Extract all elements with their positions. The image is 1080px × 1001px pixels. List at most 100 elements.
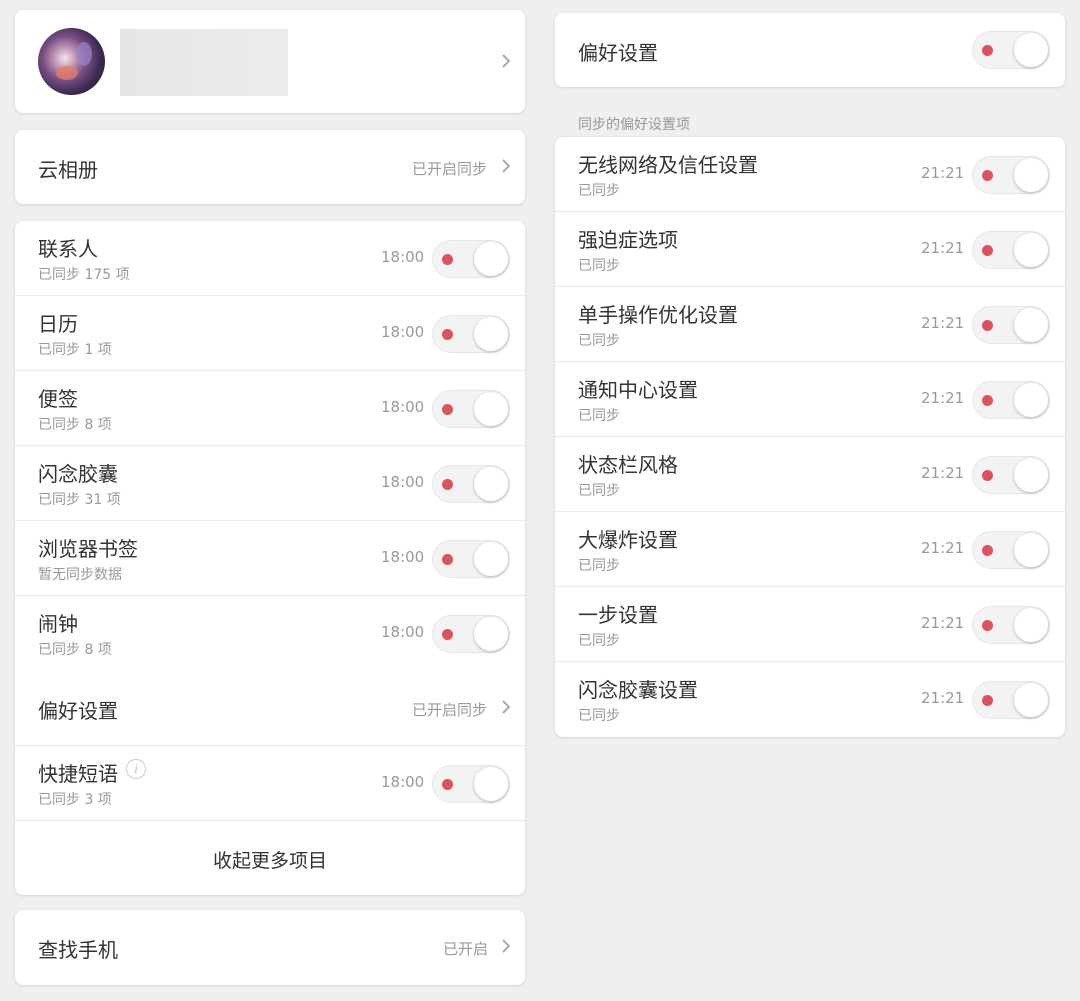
profile-name-placeholder: [120, 29, 288, 96]
synced-pref-item-row: 单手操作优化设置 已同步 21:21: [555, 287, 1065, 362]
sync-item-toggle[interactable]: [432, 465, 510, 503]
synced-pref-item-label: 单手操作优化设置: [578, 303, 738, 327]
synced-pref-item-sub: 已同步: [578, 633, 620, 649]
toggle-knob: [474, 542, 508, 576]
sync-item-sub: 已同步 31 项: [38, 492, 121, 508]
sync-item-sub: 已同步 1 项: [38, 342, 112, 358]
toggle-on-indicator: [442, 554, 453, 565]
sync-item-time: 18:00: [381, 548, 425, 566]
cloud-album-status: 已开启同步: [412, 160, 488, 178]
toggle-knob: [1014, 458, 1048, 492]
toggle-knob: [1014, 683, 1048, 717]
preferences-master-label: 偏好设置: [578, 41, 658, 65]
sync-item-sub: 已同步 8 项: [38, 642, 112, 658]
sync-item-label: 闹钟: [38, 612, 78, 636]
cloud-album-row[interactable]: 云相册 已开启同步: [15, 130, 525, 204]
synced-pref-item-row: 状态栏风格 已同步 21:21: [555, 437, 1065, 512]
synced-pref-item-time: 21:21: [921, 539, 965, 557]
info-icon[interactable]: i: [126, 759, 146, 779]
toggle-knob: [1014, 533, 1048, 567]
synced-pref-item-sub: 已同步: [578, 558, 620, 574]
chevron-right-icon: [502, 939, 511, 953]
sync-item-row: 日历已同步 1 项 18:00: [15, 296, 525, 371]
synced-pref-item-toggle[interactable]: [972, 381, 1050, 419]
toggle-knob: [474, 317, 508, 351]
toggle-knob: [1014, 608, 1048, 642]
toggle-on-indicator: [442, 329, 453, 340]
synced-pref-item-label: 一步设置: [578, 603, 658, 627]
find-phone-row[interactable]: 查找手机 已开启: [15, 910, 525, 985]
sync-item-time: 18:00: [381, 473, 425, 491]
synced-preferences-card: 无线网络及信任设置 已同步 21:21 强迫症选项 已同步 21:21 单手操作优化设置 已同…: [555, 137, 1065, 737]
synced-pref-item-toggle[interactable]: [972, 156, 1050, 194]
toggle-on-indicator: [982, 395, 993, 406]
preferences-row[interactable]: 偏好设置 已开启同步: [15, 671, 525, 746]
toggle-on-indicator: [442, 779, 453, 790]
toggle-on-indicator: [982, 545, 993, 556]
avatar: [38, 28, 105, 95]
synced-pref-item-toggle[interactable]: [972, 306, 1050, 344]
sync-item-toggle[interactable]: [432, 615, 510, 653]
find-phone-label: 查找手机: [38, 938, 118, 962]
synced-pref-item-row: 强迫症选项 已同步 21:21: [555, 212, 1065, 287]
synced-pref-item-label: 闪念胶囊设置: [578, 678, 698, 702]
toggle-knob: [1014, 308, 1048, 342]
toggle-knob: [474, 467, 508, 501]
synced-pref-item-sub: 已同步: [578, 483, 620, 499]
synced-pref-item-time: 21:21: [921, 389, 965, 407]
collapse-more-button[interactable]: 收起更多项目: [213, 846, 327, 873]
sync-item-toggle[interactable]: [432, 390, 510, 428]
cloud-album-label: 云相册: [38, 158, 98, 182]
synced-pref-item-toggle[interactable]: [972, 606, 1050, 644]
synced-pref-item-row: 闪念胶囊设置 已同步 21:21: [555, 662, 1065, 737]
toggle-on-indicator: [442, 629, 453, 640]
sync-item-toggle[interactable]: [432, 240, 510, 278]
sync-item-label: 便签: [38, 387, 78, 411]
quick-phrase-title: 快捷短语 i: [38, 758, 146, 787]
sync-items-card: 联系人 已同步 175 项 18:00 日历 已同步 1 项 18:00 便签 已同步 8 项…: [15, 221, 525, 895]
sync-item-time: 18:00: [381, 248, 425, 266]
sync-item-sub: 已同步 8 项: [38, 417, 112, 433]
toggle-knob: [474, 392, 508, 426]
synced-preferences-section-label: 同步的偏好设置项: [578, 117, 690, 133]
sync-item-label: 日历: [38, 312, 78, 336]
toggle-knob: [1014, 33, 1048, 67]
toggle-knob: [1014, 158, 1048, 192]
toggle-on-indicator: [442, 479, 453, 490]
sync-item-time: 18:00: [381, 398, 425, 416]
synced-pref-item-label: 状态栏风格: [578, 453, 678, 477]
toggle-on-indicator: [982, 470, 993, 481]
sync-item-toggle[interactable]: [432, 540, 510, 578]
quick-phrase-toggle[interactable]: [432, 765, 510, 803]
sync-item-toggle[interactable]: [432, 315, 510, 353]
preferences-master-toggle[interactable]: [972, 31, 1050, 69]
synced-pref-item-sub: 已同步: [578, 408, 620, 424]
synced-pref-item-label: 大爆炸设置: [578, 528, 678, 552]
sync-item-time: 18:00: [381, 323, 425, 341]
find-phone-card[interactable]: 查找手机 已开启: [15, 910, 525, 985]
toggle-on-indicator: [982, 620, 993, 631]
sync-item-row: 浏览器书签 暂无同步数据 18:00: [15, 521, 525, 596]
toggle-knob: [474, 242, 508, 276]
sync-item-row: 便签已同步 8 项 18:00: [15, 371, 525, 446]
profile-card[interactable]: [15, 10, 525, 113]
sync-item-time: 18:00: [381, 623, 425, 641]
synced-pref-item-sub: 已同步: [578, 183, 620, 199]
toggle-on-indicator: [442, 254, 453, 265]
toggle-on-indicator: [982, 170, 993, 181]
collapse-row[interactable]: 收起更多项目: [15, 821, 525, 895]
preferences-label: 偏好设置: [38, 699, 118, 723]
quick-phrase-row: 快捷短语 i 已同步 3 项 18:00: [15, 746, 525, 821]
synced-pref-item-sub: 已同步: [578, 333, 620, 349]
chevron-right-icon: [502, 159, 511, 173]
toggle-knob: [474, 767, 508, 801]
preferences-master-card: 偏好设置: [555, 13, 1065, 87]
synced-pref-item-time: 21:21: [921, 689, 965, 707]
synced-pref-item-toggle[interactable]: [972, 456, 1050, 494]
synced-pref-item-toggle[interactable]: [972, 531, 1050, 569]
synced-pref-item-toggle[interactable]: [972, 681, 1050, 719]
toggle-knob: [1014, 233, 1048, 267]
synced-pref-item-label: 强迫症选项: [578, 228, 678, 252]
synced-pref-item-toggle[interactable]: [972, 231, 1050, 269]
cloud-album-card[interactable]: 云相册 已开启同步: [15, 130, 525, 204]
